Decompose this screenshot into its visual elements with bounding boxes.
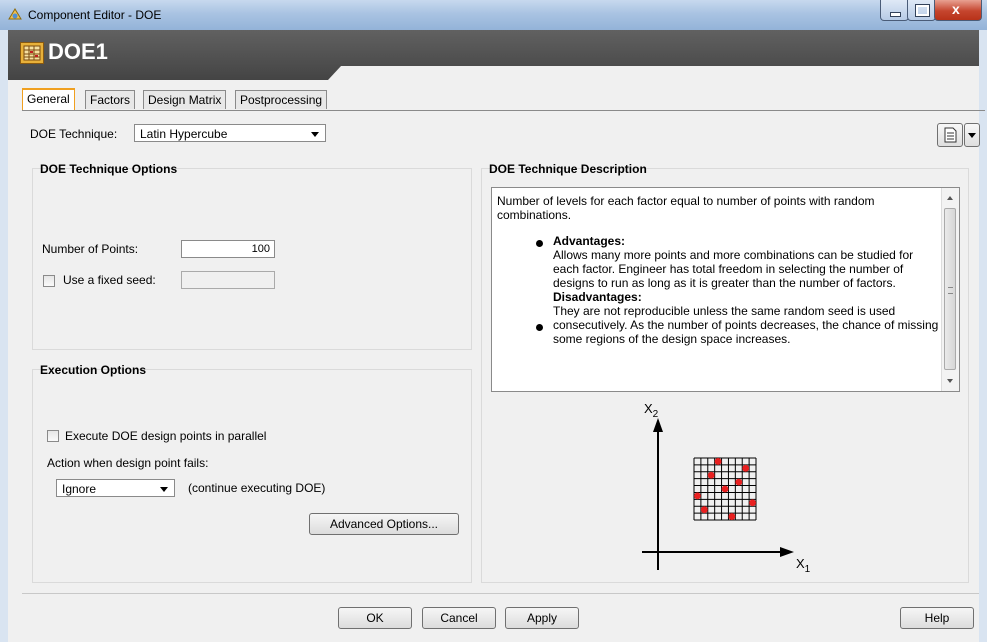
advantages-title: Advantages: (553, 234, 626, 248)
ok-button[interactable]: OK (338, 607, 412, 629)
scroll-up-icon (947, 196, 953, 200)
doe-component-icon (20, 42, 44, 64)
fixed-seed-label: Use a fixed seed: (63, 273, 156, 287)
fixed-seed-input[interactable] (181, 271, 275, 289)
technique-description-title: DOE Technique Description (489, 162, 647, 176)
maximize-icon (915, 4, 930, 17)
x-axis-label: X1 (796, 556, 811, 575)
title-bar[interactable]: Component Editor - DOE x (0, 0, 987, 30)
component-banner: DOE1 (8, 30, 979, 80)
maximize-button[interactable] (907, 0, 936, 21)
execution-options-title: Execution Options (40, 363, 147, 377)
design-point (721, 485, 729, 493)
footer-separator (22, 593, 979, 594)
description-scrollbar[interactable] (941, 188, 959, 391)
design-point (742, 464, 750, 472)
minimize-button[interactable] (880, 0, 909, 21)
technique-description-box[interactable]: Number of levels for each factor equal t… (491, 187, 960, 392)
window-title: Component Editor - DOE (28, 8, 162, 22)
technique-options-title: DOE Technique Options (40, 162, 178, 176)
chevron-down-icon (160, 487, 168, 492)
fail-action-hint: (continue executing DOE) (188, 481, 326, 495)
report-menu-button[interactable] (964, 123, 980, 147)
tab-design-matrix[interactable]: Design Matrix (143, 90, 227, 109)
description-text: Number of levels for each factor equal t… (497, 194, 939, 346)
component-editor-window: Component Editor - DOE x DOE1 General Fa… (0, 0, 987, 642)
tab-general[interactable]: General (22, 88, 75, 111)
tab-postprocessing[interactable]: Postprocessing (235, 90, 328, 109)
number-of-points-input[interactable]: 100 (181, 240, 275, 258)
banner-notch (328, 66, 979, 80)
execution-options-group (32, 369, 472, 583)
advantages-text: Allows many more points and more combina… (553, 248, 914, 290)
component-name: DOE1 (48, 39, 108, 64)
fail-action-select[interactable]: Ignore (56, 479, 175, 497)
fixed-seed-checkbox[interactable] (43, 275, 55, 287)
y-axis-arrow-icon (653, 418, 663, 432)
apply-button[interactable]: Apply (505, 607, 579, 629)
scroll-thumb[interactable] (944, 208, 956, 370)
disadvantages-title: Disadvantages: (553, 290, 642, 304)
design-point (700, 506, 708, 514)
svg-text:X1: X1 (796, 556, 811, 575)
document-icon (944, 127, 957, 143)
doe-technique-value: Latin Hypercube (140, 127, 228, 141)
fail-action-label: Action when design point fails: (47, 456, 209, 470)
doe-technique-select[interactable]: Latin Hypercube (134, 124, 326, 142)
grip-icon (948, 287, 953, 294)
fail-action-value: Ignore (62, 482, 97, 496)
bullet-icon (536, 324, 543, 331)
design-point (735, 478, 743, 486)
advanced-options-button[interactable]: Advanced Options... (309, 513, 459, 535)
bullet-icon (536, 240, 543, 247)
design-points (694, 458, 756, 520)
minimize-icon (890, 12, 901, 17)
close-button[interactable]: x (934, 0, 982, 21)
number-of-points-label: Number of Points: (42, 242, 139, 256)
scroll-down-icon (947, 379, 953, 383)
y-axis-label: X2 (644, 401, 659, 420)
app-icon (8, 8, 22, 20)
help-button[interactable]: Help (900, 607, 974, 629)
technique-options-group (32, 168, 472, 350)
close-icon: x (952, 1, 960, 17)
design-point (749, 499, 756, 507)
x-axis-arrow-icon (780, 547, 794, 557)
design-point (728, 513, 736, 520)
chevron-down-icon (311, 132, 319, 137)
parallel-label: Execute DOE design points in parallel (65, 429, 267, 443)
report-button[interactable] (937, 123, 963, 147)
disadvantages-text: They are not reproducible unless the sam… (553, 304, 939, 346)
parallel-checkbox[interactable] (47, 430, 59, 442)
svg-text:X2: X2 (644, 401, 659, 420)
cancel-button[interactable]: Cancel (422, 607, 496, 629)
latin-hypercube-diagram: X2 X1 (642, 401, 811, 575)
tab-factors[interactable]: Factors (85, 90, 136, 109)
design-point (694, 492, 701, 500)
chevron-down-icon (968, 133, 976, 138)
design-point (714, 458, 722, 465)
design-point (707, 471, 715, 479)
doe-technique-label: DOE Technique: (30, 127, 118, 141)
description-intro: Number of levels for each factor equal t… (497, 194, 875, 222)
